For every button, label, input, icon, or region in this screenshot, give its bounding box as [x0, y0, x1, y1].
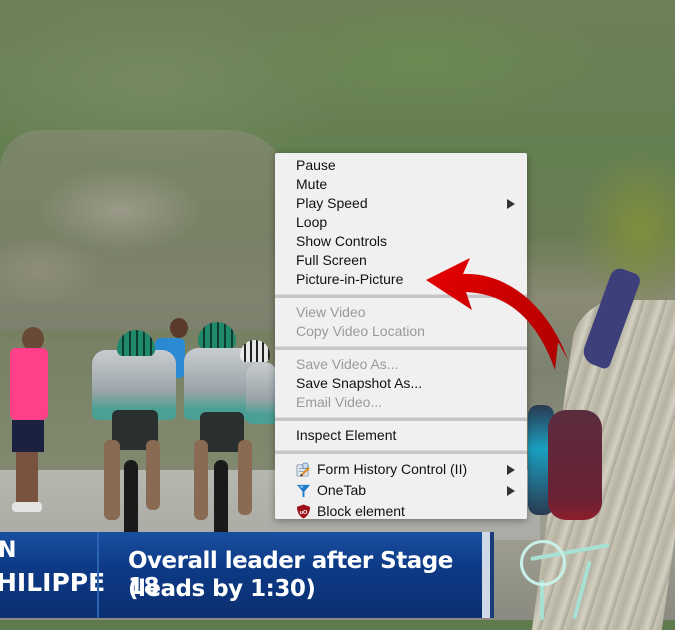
menu-item-label: View Video: [296, 304, 366, 320]
menu-item-label: Block element: [317, 503, 405, 519]
submenu-arrow-icon: [507, 486, 515, 496]
svg-text:uO: uO: [300, 510, 308, 516]
menu-item-copy-video-location: Copy Video Location: [275, 322, 527, 341]
menu-item-label: OneTab: [317, 482, 367, 498]
onetab-icon: [296, 484, 311, 498]
menu-item-show-controls[interactable]: Show Controls: [275, 232, 527, 251]
menu-item-mute[interactable]: Mute: [275, 175, 527, 194]
menu-item-label: Show Controls: [296, 233, 388, 249]
menu-item-label: Form History Control (II): [317, 461, 468, 477]
menu-item-label: Email Video...: [296, 394, 383, 410]
video-context-menu: Pause Mute Play Speed Loop Show Controls…: [275, 153, 527, 519]
overlay-caption-line2: (leads by 1:30): [128, 576, 316, 602]
menu-item-onetab[interactable]: OneTab: [275, 480, 527, 501]
overlay-divider: [97, 532, 99, 618]
menu-item-loop[interactable]: Loop: [275, 213, 527, 232]
menu-separator: [275, 346, 527, 350]
menu-item-label: Full Screen: [296, 252, 367, 268]
menu-separator: [275, 450, 527, 454]
menu-item-play-speed[interactable]: Play Speed: [275, 194, 527, 213]
menu-item-label: Play Speed: [296, 195, 368, 211]
menu-item-block-element[interactable]: uO Block element: [275, 501, 527, 522]
rider-name-line2: HILIPPE: [0, 568, 106, 597]
tv-lower-third-overlay: N HILIPPE Overall leader after Stage 18 …: [0, 532, 490, 618]
menu-item-label: Mute: [296, 176, 328, 192]
menu-item-view-video: View Video: [275, 303, 527, 322]
menu-item-label: Pause: [296, 157, 336, 173]
menu-item-label: Copy Video Location: [296, 323, 425, 339]
menu-item-label: Save Snapshot As...: [296, 375, 423, 391]
menu-separator: [275, 294, 527, 298]
menu-item-form-history-control[interactable]: Form History Control (II): [275, 459, 527, 480]
menu-item-label: Loop: [296, 214, 328, 230]
rider-name-line1: N: [0, 538, 17, 563]
parked-bicycle: [520, 520, 640, 620]
menu-item-email-video: Email Video...: [275, 393, 527, 412]
ublock-icon: uO: [296, 504, 311, 519]
form-history-icon: [296, 462, 310, 477]
menu-item-save-snapshot-as[interactable]: Save Snapshot As...: [275, 374, 527, 393]
menu-item-label: Picture-in-Picture: [296, 271, 404, 287]
menu-item-picture-in-picture[interactable]: Picture-in-Picture: [275, 270, 527, 289]
background-rock: [0, 130, 290, 340]
menu-item-save-video-as: Save Video As...: [275, 355, 527, 374]
menu-item-label: Save Video As...: [296, 356, 399, 372]
submenu-arrow-icon: [507, 199, 515, 209]
menu-item-full-screen[interactable]: Full Screen: [275, 251, 527, 270]
menu-item-label: Inspect Element: [296, 427, 397, 443]
menu-item-inspect-element[interactable]: Inspect Element: [275, 426, 527, 445]
spectator-backpack: [548, 410, 602, 520]
submenu-arrow-icon: [507, 465, 515, 475]
menu-item-pause[interactable]: Pause: [275, 156, 527, 175]
menu-separator: [275, 417, 527, 421]
